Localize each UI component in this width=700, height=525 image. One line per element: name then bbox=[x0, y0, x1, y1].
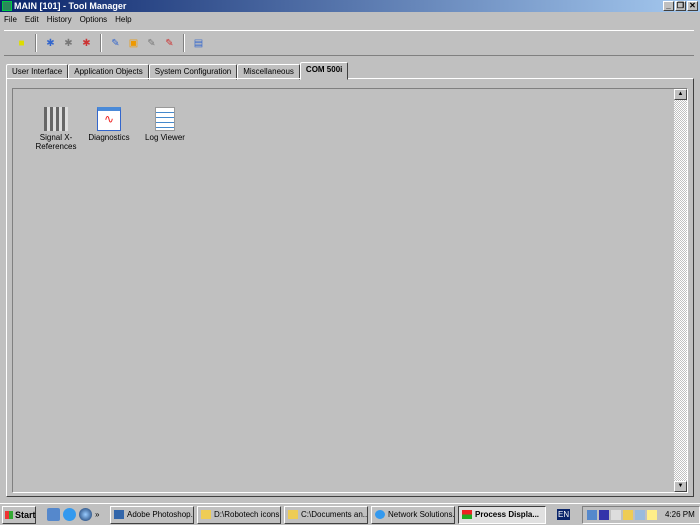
restore-button[interactable]: ❐ bbox=[675, 1, 686, 11]
taskbar: Start » Adobe Photoshop... D:\Robotech i… bbox=[0, 503, 700, 525]
internet-explorer-icon[interactable] bbox=[63, 508, 76, 521]
messenger-icon[interactable] bbox=[647, 509, 657, 520]
internet-explorer-icon bbox=[375, 509, 385, 519]
tool-label: Signal X-References bbox=[35, 133, 77, 151]
media-icon[interactable] bbox=[611, 509, 621, 520]
window-title: MAIN [101] - Tool Manager bbox=[14, 1, 127, 11]
add-object-icon[interactable]: ✎ bbox=[108, 36, 123, 51]
menu-edit[interactable]: Edit bbox=[21, 13, 43, 26]
app-icon bbox=[2, 1, 12, 11]
signal-x-references-icon bbox=[44, 107, 68, 131]
toolbar: ■ ✱ ✱ ✱ ✎ ▣ ✎ ✎ ▤ bbox=[4, 30, 694, 56]
info-icon[interactable]: ▤ bbox=[191, 36, 206, 51]
folder-icon bbox=[201, 509, 211, 519]
open-icon[interactable]: ■ bbox=[14, 36, 29, 51]
object-properties-icon[interactable]: ✎ bbox=[144, 36, 159, 51]
display-icon[interactable] bbox=[623, 509, 633, 520]
language-indicator[interactable]: EN bbox=[557, 509, 571, 520]
antivirus-icon[interactable] bbox=[599, 509, 609, 520]
task-documents[interactable]: C:\Documents an... bbox=[284, 505, 368, 524]
minimize-button[interactable]: _ bbox=[663, 1, 674, 11]
scroll-up-button[interactable]: ▲ bbox=[674, 89, 687, 100]
tool-label: Diagnostics bbox=[88, 133, 130, 142]
delete-object-icon[interactable]: ✎ bbox=[162, 36, 177, 51]
task-robotech-icons[interactable]: D:\Robotech icons bbox=[197, 505, 281, 524]
close-button[interactable]: ✕ bbox=[687, 1, 698, 11]
task-process-display[interactable]: Process Displa... bbox=[458, 505, 546, 524]
task-label: Network Solutions... bbox=[388, 509, 455, 519]
menu-history[interactable]: History bbox=[43, 13, 76, 26]
quicklaunch-chevron[interactable]: » bbox=[95, 510, 107, 519]
scroll-down-button[interactable]: ▼ bbox=[674, 481, 687, 492]
vertical-scrollbar[interactable]: ▲ ▼ bbox=[674, 89, 687, 492]
separator bbox=[100, 34, 102, 52]
delete-tool-icon[interactable]: ✱ bbox=[79, 36, 94, 51]
title-bar: MAIN [101] - Tool Manager _ ❐ ✕ bbox=[0, 0, 700, 12]
tool-properties-icon[interactable]: ✱ bbox=[61, 36, 76, 51]
tool-label: Log Viewer bbox=[145, 133, 185, 142]
device-icon[interactable] bbox=[635, 509, 645, 520]
globe-icon[interactable] bbox=[79, 508, 92, 521]
task-label: D:\Robotech icons bbox=[214, 509, 280, 519]
clock: 4:26 PM bbox=[665, 510, 695, 519]
tab-com-500i[interactable]: COM 500i bbox=[299, 62, 349, 80]
task-network-solutions[interactable]: Network Solutions... bbox=[371, 505, 455, 524]
add-tool-icon[interactable]: ✱ bbox=[43, 36, 58, 51]
start-button[interactable]: Start bbox=[2, 505, 36, 524]
system-tray: 4:26 PM bbox=[582, 505, 700, 524]
task-photoshop[interactable]: Adobe Photoshop... bbox=[110, 505, 194, 524]
show-desktop-icon[interactable] bbox=[47, 508, 60, 521]
folder-icon bbox=[288, 509, 298, 519]
menu-options[interactable]: Options bbox=[76, 13, 112, 26]
diagnostics-icon: ∿ bbox=[97, 107, 121, 131]
log-viewer-icon bbox=[155, 107, 175, 131]
task-label: Process Displa... bbox=[475, 509, 540, 519]
separator bbox=[183, 34, 185, 52]
menu-file[interactable]: File bbox=[0, 13, 21, 26]
menu-help[interactable]: Help bbox=[111, 13, 135, 26]
photoshop-icon bbox=[114, 509, 124, 519]
menu-bar: File Edit History Options Help bbox=[0, 13, 136, 26]
network-icon[interactable] bbox=[587, 509, 597, 520]
tool-list: Signal X-References ∿ Diagnostics Log Vi… bbox=[12, 88, 688, 493]
abb-icon bbox=[462, 509, 472, 519]
task-label: C:\Documents an... bbox=[301, 509, 368, 519]
separator bbox=[35, 34, 37, 52]
tool-log-viewer[interactable]: Log Viewer bbox=[130, 107, 200, 142]
monitor-icon[interactable]: ▣ bbox=[126, 36, 141, 51]
task-label: Adobe Photoshop... bbox=[127, 509, 194, 519]
